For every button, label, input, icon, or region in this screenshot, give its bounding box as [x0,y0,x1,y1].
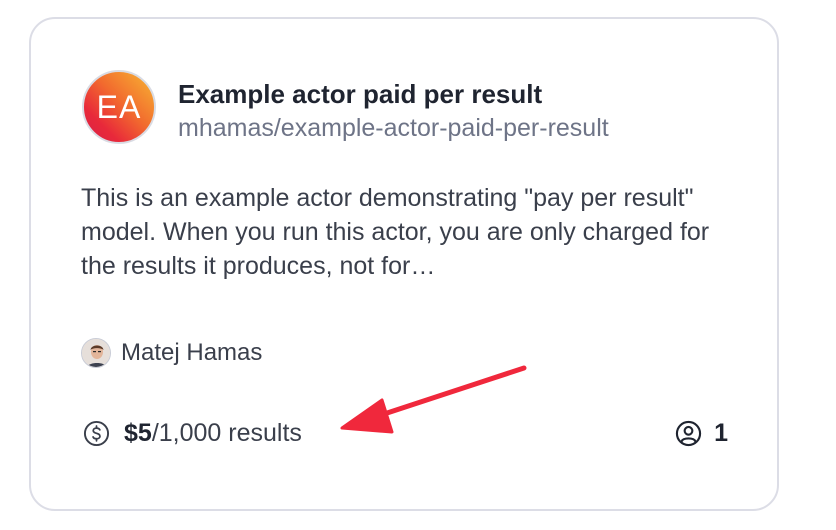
actor-card[interactable]: EA Example actor paid per result mhamas/… [29,17,779,511]
price-amount: $5 [124,418,152,447]
pricing-info: $5 /1,000 results [83,417,302,449]
user-count: 1 [714,418,728,447]
actor-description: This is an example actor demonstrating "… [81,184,710,280]
price-unit: /1,000 results [151,418,302,447]
actor-avatar: EA [82,70,156,144]
actor-title[interactable]: Example actor paid per result [178,79,542,110]
actor-initials: EA [96,88,142,125]
author-avatar [81,338,111,368]
users-stat: 1 [675,417,728,449]
user-circle-icon [675,420,702,446]
actor-slug: mhamas/example-actor-paid-per-result [178,114,609,142]
author-name: Matej Hamas [121,339,263,366]
dollar-circle-icon [83,420,110,446]
author-info[interactable]: Matej Hamas [81,337,262,369]
